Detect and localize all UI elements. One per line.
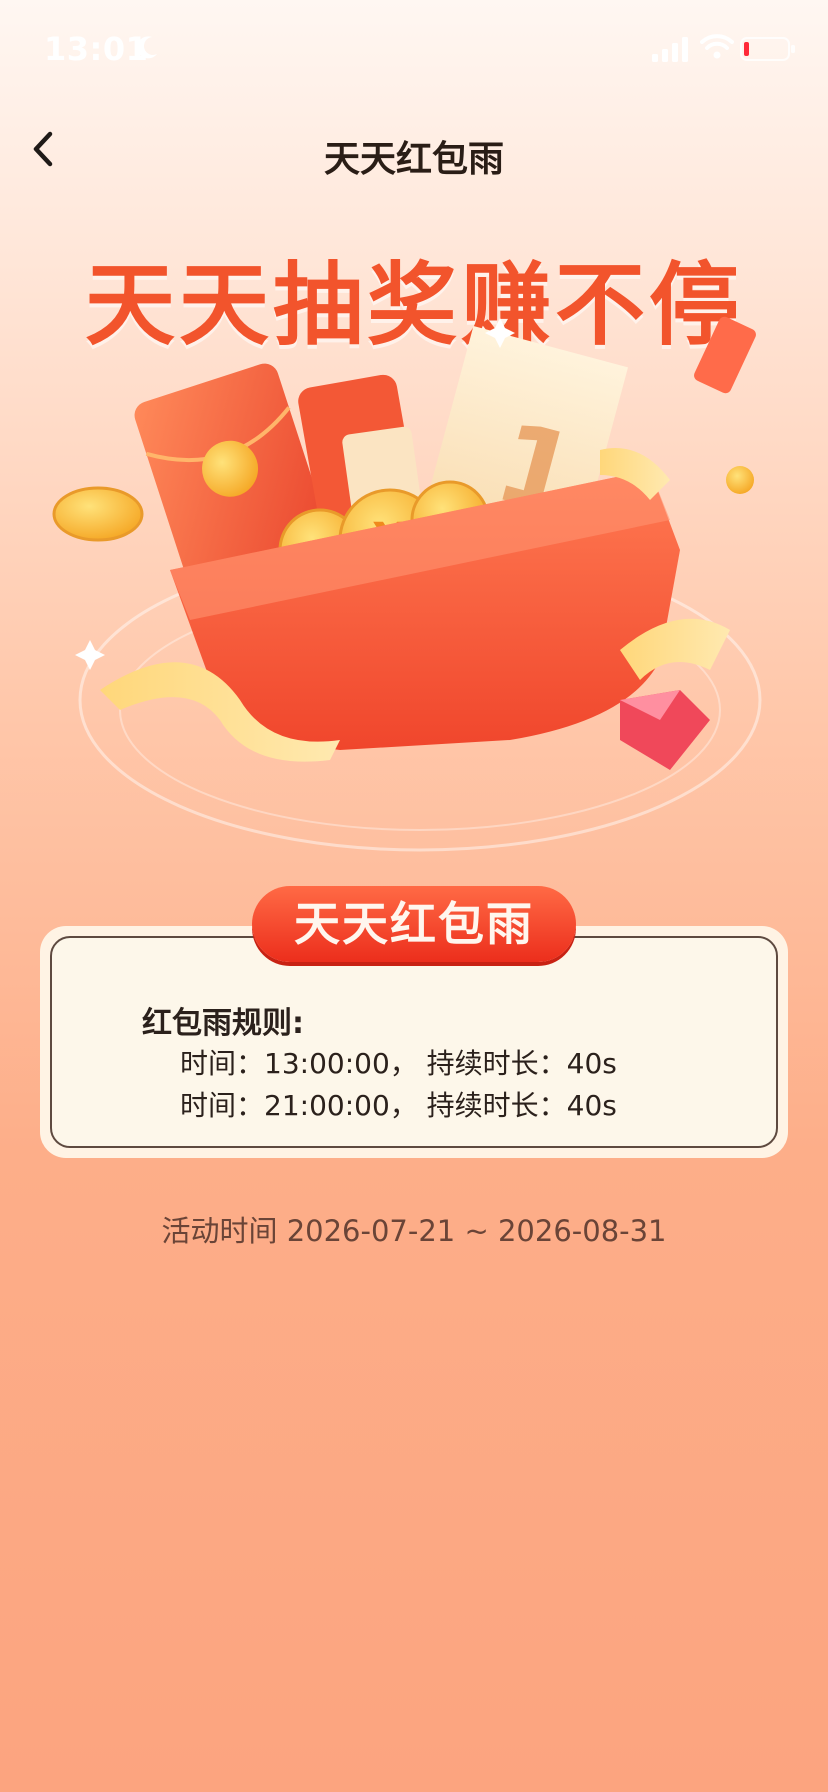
moon-icon xyxy=(137,36,157,59)
signal-icon xyxy=(652,37,688,62)
nav-bar: 天天红包雨 xyxy=(0,110,828,190)
battery-icon xyxy=(740,37,795,61)
status-bar: 13:01 xyxy=(0,0,828,100)
red-envelope-gift-box-illustration: 1 ¥ xyxy=(52,316,762,852)
rules-title: 红包雨规则: xyxy=(142,1006,304,1041)
wifi-icon xyxy=(700,34,734,59)
rules-card-inner: 红包雨规则: 时间：13:00:00， 持续时长：40s 时间：21:00:00… xyxy=(50,936,778,1148)
rules-line: 时间：21:00:00， 持续时长：40s xyxy=(180,1089,617,1122)
rules-badge: 天天红包雨 xyxy=(252,886,576,962)
status-time: 13:01 xyxy=(44,30,149,68)
activity-period: 活动时间 2026-07-21 ~ 2026-08-31 xyxy=(161,1214,667,1248)
page-title: 天天红包雨 xyxy=(323,139,504,180)
rules-line: 时间：13:00:00， 持续时长：40s xyxy=(180,1047,617,1080)
